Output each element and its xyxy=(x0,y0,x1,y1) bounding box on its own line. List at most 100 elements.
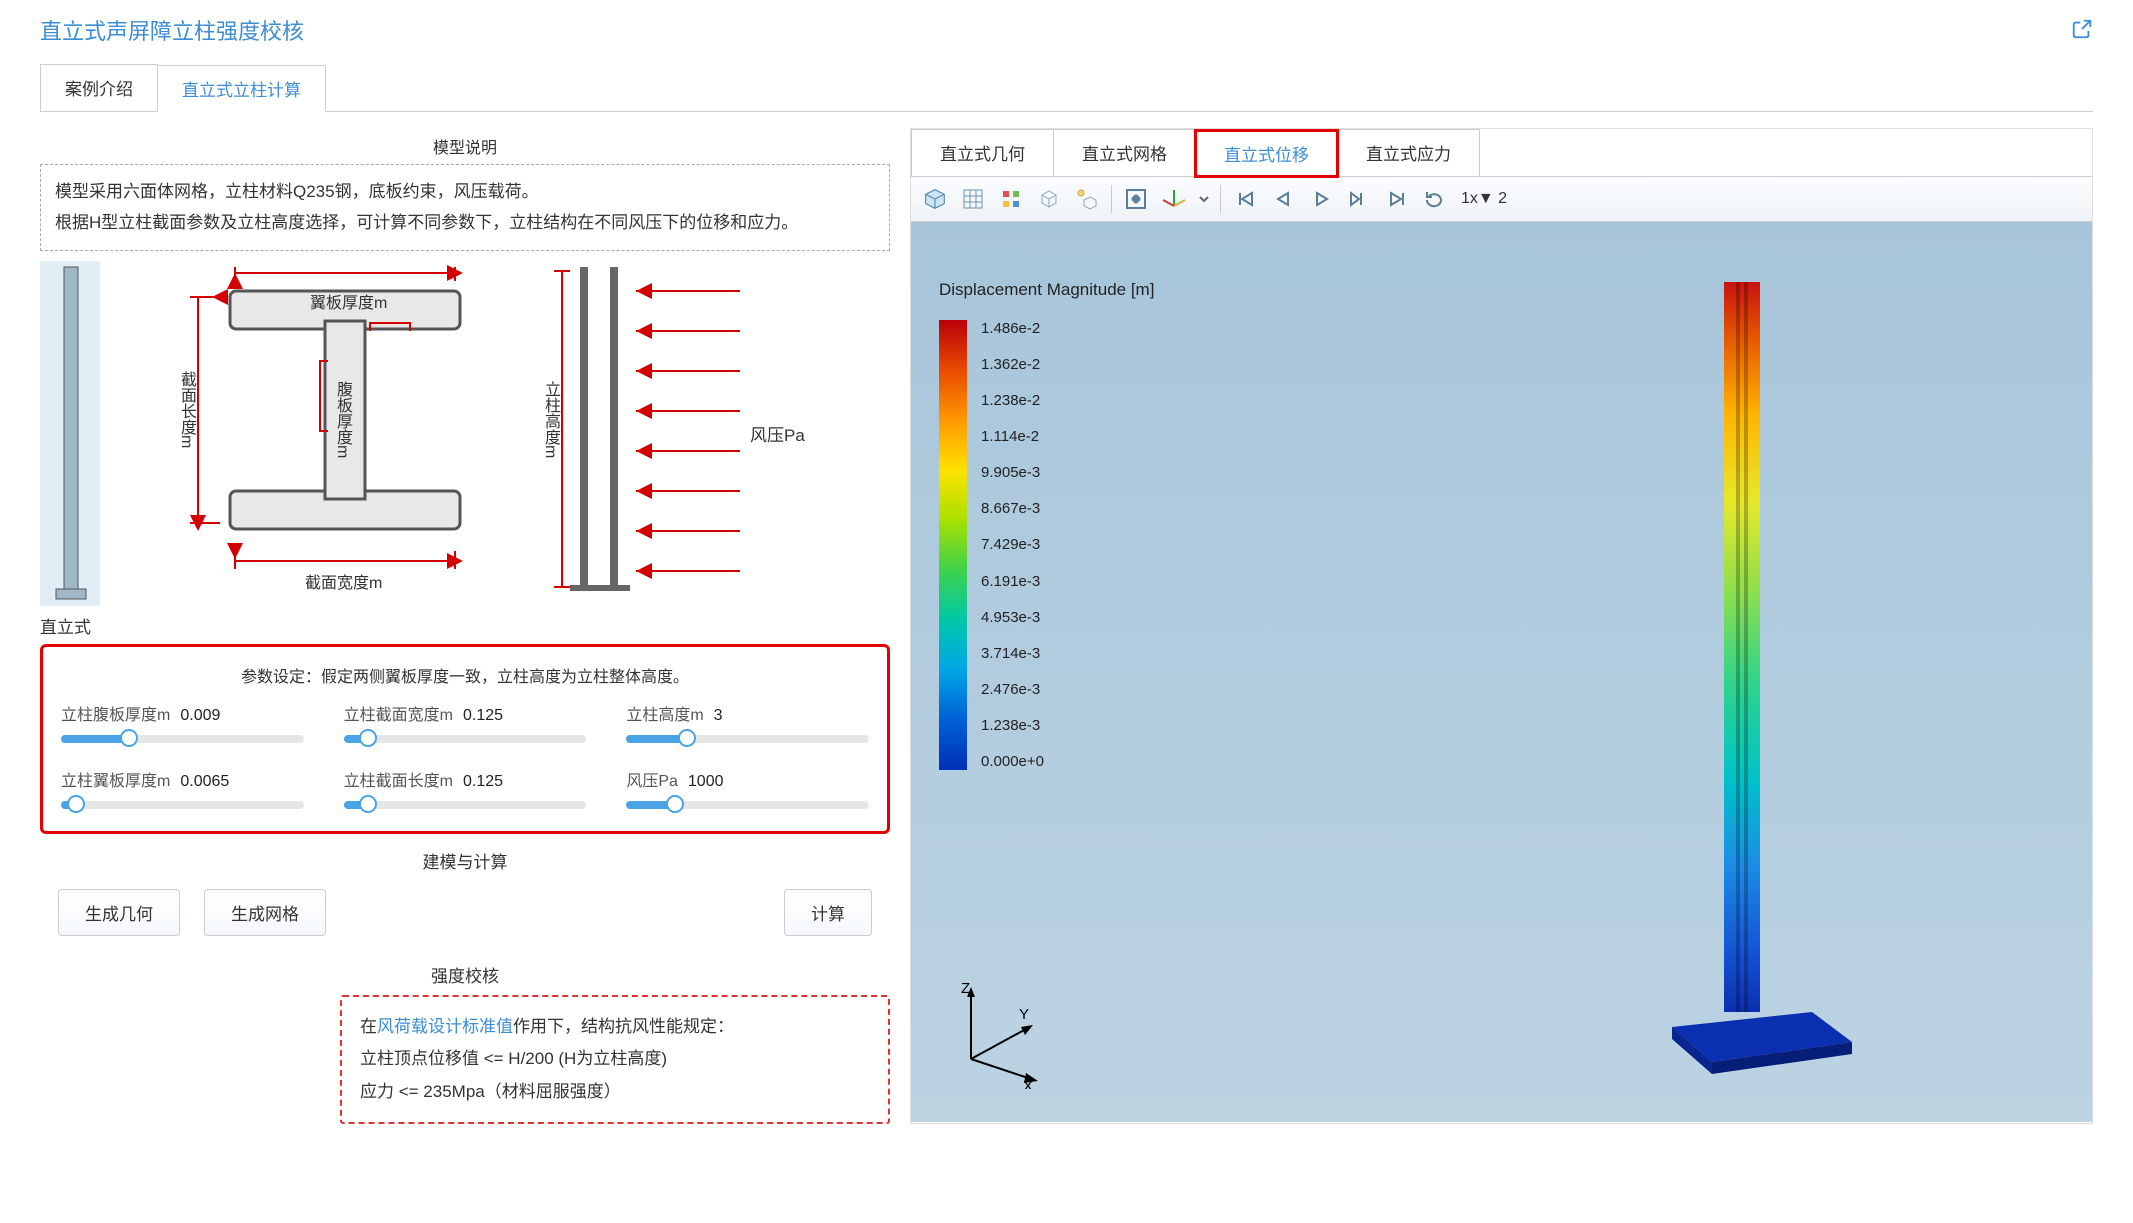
model-desc-line1: 模型采用六面体网格，立柱材料Q235钢，底板约束，风压载荷。 xyxy=(55,177,875,208)
last-frame-icon[interactable] xyxy=(1379,181,1415,217)
color-legend: Displacement Magnitude [m] 1.486e-2 1.36… xyxy=(939,280,1154,770)
diagram-caption: 直立式 xyxy=(40,613,100,638)
axis-z-label: Z xyxy=(961,980,970,997)
legend-tick: 1.486e-2 xyxy=(981,320,1044,337)
main-tabs: 案例介绍 直立式立柱计算 xyxy=(40,64,2093,112)
strength-box: 在风荷载设计标准值作用下，结构抗风性能规定： 立柱顶点位移值 <= H/200 … xyxy=(340,995,890,1124)
legend-tick: 6.191e-3 xyxy=(981,573,1044,590)
legend-tick: 3.714e-3 xyxy=(981,645,1044,662)
label-col-height: 立柱高度m xyxy=(538,381,562,458)
param-web-thk: 立柱腹板厚度m 0.009 xyxy=(61,701,304,743)
model-desc-title: 模型说明 xyxy=(40,128,890,164)
param-height: 立柱高度m 3 xyxy=(626,701,869,743)
legend-tick: 1.362e-2 xyxy=(981,356,1044,373)
tab-stress[interactable]: 直立式应力 xyxy=(1337,129,1480,176)
model-desc-box: 模型采用六面体网格，立柱材料Q235钢，底板约束，风压载荷。 根据H型立柱截面参… xyxy=(40,164,890,251)
tab-geom[interactable]: 直立式几何 xyxy=(911,129,1054,176)
viewer-toolbar: 1x▼ 2 xyxy=(911,177,2092,222)
slider-height[interactable] xyxy=(626,735,869,743)
param-wind: 风压Pa 1000 xyxy=(626,767,869,809)
axis-x-label: X xyxy=(1023,1078,1033,1089)
legend-tick: 1.238e-2 xyxy=(981,392,1044,409)
column-model xyxy=(1662,272,1862,1095)
label-sec-len: 截面长度m xyxy=(174,371,198,448)
legend-tick: 2.476e-3 xyxy=(981,681,1044,698)
tab-calc[interactable]: 直立式立柱计算 xyxy=(157,65,326,112)
build-title: 建模与计算 xyxy=(40,834,890,883)
slider-sec-width[interactable] xyxy=(344,735,587,743)
gen-geom-button[interactable]: 生成几何 xyxy=(58,889,180,936)
fit-view-icon[interactable] xyxy=(1118,181,1154,217)
strength-line2: 立柱顶点位移值 <= H/200 (H为立柱高度) xyxy=(360,1043,870,1075)
tab-mesh[interactable]: 直立式网格 xyxy=(1053,129,1196,176)
strength-line3: 应力 <= 235Mpa（材料屈服强度） xyxy=(360,1076,870,1108)
slider-sec-len[interactable] xyxy=(344,801,587,809)
gen-mesh-button[interactable]: 生成网格 xyxy=(204,889,326,936)
label-web-thk: 腹板厚度m xyxy=(330,381,354,458)
label-wind-pressure: 风压Pa xyxy=(750,421,805,446)
axis-y-label: Y xyxy=(1019,1006,1029,1023)
strength-title: 强度校核 xyxy=(40,942,890,995)
loop-icon[interactable] xyxy=(1417,181,1453,217)
strength-prefix: 在 xyxy=(360,1017,377,1036)
legend-tick: 4.953e-3 xyxy=(981,609,1044,626)
tab-case-intro[interactable]: 案例介绍 xyxy=(40,64,158,111)
h-section-diagram: 截面长度m 翼板厚度m 腹板厚度m 截面宽度m xyxy=(110,261,530,638)
legend-tick: 8.667e-3 xyxy=(981,500,1044,517)
column-thumbnail: 直立式 xyxy=(40,261,100,638)
param-value: 0.125 xyxy=(463,773,503,791)
legend-tick: 7.429e-3 xyxy=(981,536,1044,553)
legend-tick: 1.238e-3 xyxy=(981,717,1044,734)
compute-button[interactable]: 计算 xyxy=(784,889,872,936)
param-value: 0.0065 xyxy=(180,773,229,791)
bulb-cube-icon[interactable] xyxy=(1069,181,1105,217)
page-title: 直立式声屏障立柱强度校核 xyxy=(40,14,304,46)
param-value: 1000 xyxy=(688,773,724,791)
legend-icon[interactable] xyxy=(993,181,1029,217)
slider-wind[interactable] xyxy=(626,801,869,809)
label-sec-width: 截面宽度m xyxy=(305,569,382,593)
grid-icon[interactable] xyxy=(955,181,991,217)
model-desc-line2: 根据H型立柱截面参数及立柱高度选择，可计算不同参数下，立柱结构在不同风压下的位移… xyxy=(55,208,875,239)
param-value: 0.009 xyxy=(180,707,220,725)
axes-triad: Z Y X xyxy=(941,979,1051,1092)
diagram-area: 直立式 xyxy=(40,251,890,638)
wind-load-standard-link[interactable]: 风荷载设计标准值 xyxy=(377,1017,513,1036)
wireframe-icon[interactable] xyxy=(1031,181,1067,217)
viewport-3d[interactable]: Displacement Magnitude [m] 1.486e-2 1.36… xyxy=(911,222,2092,1122)
param-value: 3 xyxy=(714,707,723,725)
slider-flange-thk[interactable] xyxy=(61,801,304,809)
frame-indicator[interactable]: 1x▼ 2 xyxy=(1455,190,1507,208)
legend-colorbar xyxy=(939,320,967,770)
tab-disp[interactable]: 直立式位移 xyxy=(1195,130,1338,177)
legend-tick: 0.000e+0 xyxy=(981,753,1044,770)
right-tabs: 直立式几何 直立式网格 直立式位移 直立式应力 xyxy=(911,129,2092,177)
legend-tick: 1.114e-2 xyxy=(981,428,1044,445)
param-flange-thk: 立柱翼板厚度m 0.0065 xyxy=(61,767,304,809)
strength-suffix: 作用下，结构抗风性能规定： xyxy=(513,1017,734,1036)
param-sec-len: 立柱截面长度m 0.125 xyxy=(344,767,587,809)
param-label: 立柱高度m xyxy=(626,701,703,725)
next-frame-icon[interactable] xyxy=(1341,181,1377,217)
param-sec-width: 立柱截面宽度m 0.125 xyxy=(344,701,587,743)
param-label: 立柱截面宽度m xyxy=(344,701,453,725)
play-icon[interactable] xyxy=(1303,181,1339,217)
param-label: 立柱截面长度m xyxy=(344,767,453,791)
parameter-panel: 参数设定：假定两侧翼板厚度一致，立柱高度为立柱整体高度。 立柱腹板厚度m0.00… xyxy=(40,644,890,834)
param-label: 风压Pa xyxy=(626,767,678,791)
param-value: 0.125 xyxy=(463,707,503,725)
axes-icon[interactable] xyxy=(1156,181,1192,217)
first-frame-icon[interactable] xyxy=(1227,181,1263,217)
param-label: 立柱腹板厚度m xyxy=(61,701,170,725)
legend-title: Displacement Magnitude [m] xyxy=(939,280,1154,300)
prev-frame-icon[interactable] xyxy=(1265,181,1301,217)
legend-tick: 9.905e-3 xyxy=(981,464,1044,481)
legend-ticks: 1.486e-2 1.362e-2 1.238e-2 1.114e-2 9.90… xyxy=(981,320,1044,770)
axes-dropdown-icon[interactable] xyxy=(1194,181,1214,217)
wind-load-diagram: 立柱高度m 风压Pa xyxy=(540,261,840,638)
label-flange-thk: 翼板厚度m xyxy=(310,289,387,313)
slider-web-thk[interactable] xyxy=(61,735,304,743)
param-label: 立柱翼板厚度m xyxy=(61,767,170,791)
popout-icon[interactable] xyxy=(2071,18,2093,43)
cube-icon[interactable] xyxy=(917,181,953,217)
